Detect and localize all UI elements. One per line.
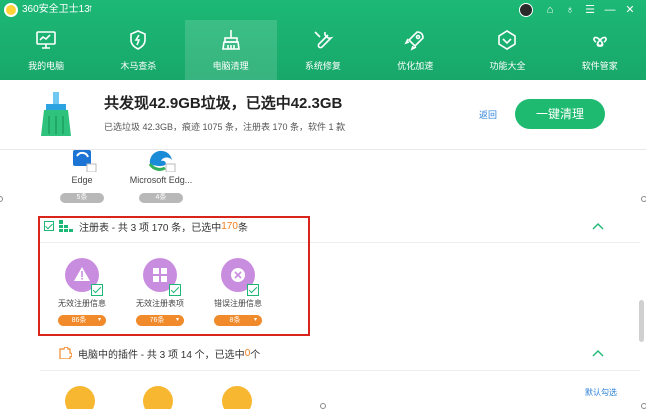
scan-result-title: 共发现42.9GB垃圾，已选中42.3GB	[104, 95, 343, 112]
plugin-icon	[59, 347, 72, 359]
highlight-annotation-box	[38, 216, 310, 336]
resize-handle[interactable]	[641, 196, 646, 202]
one-click-clean-button[interactable]: 一键清理	[515, 99, 605, 129]
nav-label: 木马查杀	[120, 61, 157, 71]
browser-count-badge[interactable]: 4条	[139, 193, 183, 203]
broom-icon	[221, 30, 240, 50]
app-header: 360安全卫士13 ↑ ⌂ ♁ ☰ — ✕ 我的电脑 木马查杀 电脑清理 系统修…	[0, 0, 646, 80]
shield-icon	[130, 30, 147, 50]
nav-item-my-computer[interactable]: 我的电脑	[0, 20, 92, 80]
close-icon[interactable]: ✕	[623, 3, 637, 17]
microsoft-edge-icon	[146, 150, 176, 173]
rocket-icon	[404, 31, 424, 51]
nav-label: 优化加速	[397, 61, 434, 71]
plugin-tile-icon[interactable]	[222, 386, 252, 409]
clover-icon	[592, 36, 607, 47]
nav-label: 系统修复	[304, 61, 341, 71]
nav-item-features[interactable]: 功能大全	[461, 20, 553, 80]
plugins-summary-suffix: 个	[250, 349, 261, 361]
scan-summary-banner: 共发现42.9GB垃圾，已选中42.3GB 已选垃圾 42.3GB，痕迹 107…	[0, 80, 646, 150]
scrollbar[interactable]	[636, 150, 646, 409]
scrollbar-thumb[interactable]	[639, 300, 644, 342]
plugin-tile-icon[interactable]	[143, 386, 173, 409]
main-nav: 我的电脑 木马查杀 电脑清理 系统修复 优化加速 功能大全 软件管家	[0, 20, 646, 80]
section-divider	[40, 370, 640, 371]
cleanup-list: Edge 5条 Microsoft Edg... 4条 注册表 - 共 3 项 …	[0, 150, 646, 409]
browser-name: Microsoft Edg...	[129, 175, 193, 185]
wrench-icon	[314, 31, 334, 49]
skin-icon[interactable]: ⌂	[543, 3, 557, 17]
nav-item-optimize[interactable]: 优化加速	[369, 20, 461, 80]
nav-item-software-manager[interactable]: 软件管家	[554, 20, 646, 80]
update-arrow-icon[interactable]: ↑	[88, 3, 93, 15]
nav-label: 我的电脑	[28, 61, 65, 71]
browser-tile-edge[interactable]: Edge 5条	[58, 150, 106, 204]
resize-handle[interactable]	[641, 403, 646, 409]
scan-result-detail: 已选垃圾 42.3GB，痕迹 1075 条，注册表 170 条，软件 1 款	[104, 122, 346, 132]
monitor-icon	[36, 31, 56, 49]
plugin-tile-icon[interactable]	[65, 386, 95, 409]
diamond-icon	[498, 30, 517, 50]
nav-item-trojan-scan[interactable]: 木马查杀	[92, 20, 184, 80]
back-link[interactable]: 返回	[479, 109, 497, 121]
nav-label: 电脑清理	[212, 61, 249, 71]
shirt-icon[interactable]: ♁	[563, 3, 577, 17]
resize-handle[interactable]	[320, 403, 326, 409]
browser-name: Edge	[71, 175, 93, 185]
minimize-icon[interactable]: —	[603, 3, 617, 17]
browser-tile-microsoft-edge[interactable]: Microsoft Edg... 4条	[128, 150, 194, 204]
title-bar: 360安全卫士13 ↑ ⌂ ♁ ☰ — ✕	[0, 0, 646, 20]
nav-item-system-repair[interactable]: 系统修复	[277, 20, 369, 80]
app-logo-icon	[4, 3, 18, 17]
nav-label: 软件管家	[581, 61, 618, 71]
avatar-icon[interactable]	[519, 3, 533, 17]
edge-icon	[67, 150, 97, 173]
collapse-chevron-icon[interactable]	[592, 349, 604, 357]
app-title: 360安全卫士13	[22, 4, 90, 15]
browser-count-badge[interactable]: 5条	[60, 193, 104, 203]
collapse-chevron-icon[interactable]	[592, 222, 604, 230]
plugins-summary-text: 电脑中的插件 - 共 3 项 14 个，已选中	[78, 349, 245, 361]
nav-item-pc-cleanup[interactable]: 电脑清理	[184, 20, 277, 80]
menu-icon[interactable]: ☰	[583, 3, 597, 17]
default-check-link[interactable]: 默认勾选	[585, 387, 617, 398]
broom-icon	[41, 92, 71, 136]
plugins-section-header[interactable]: 电脑中的插件 - 共 3 项 14 个，已选中 0 个	[58, 343, 260, 363]
nav-label: 功能大全	[489, 61, 526, 71]
